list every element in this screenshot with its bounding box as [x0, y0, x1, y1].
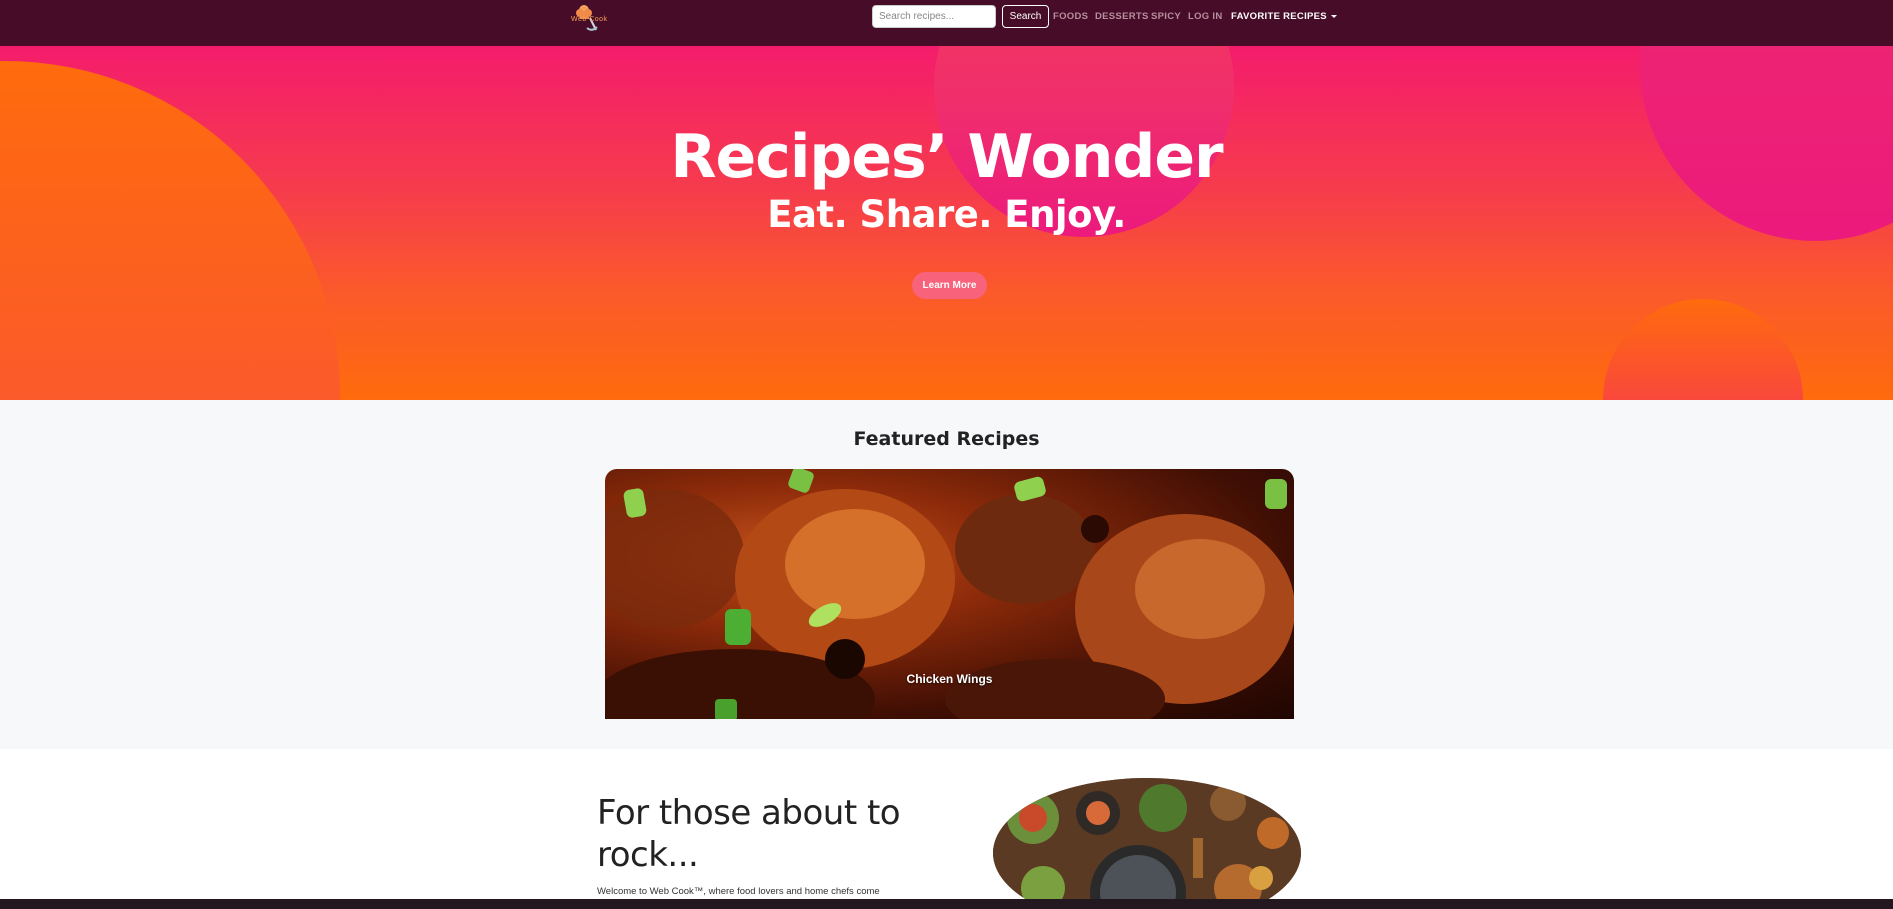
featured-recipe-caption: Chicken Wings [906, 672, 993, 686]
nav-link-login[interactable]: LOG IN [1188, 11, 1223, 22]
top-navbar: Web Cook Search FOODS DESSERTS SPICY LOG… [0, 0, 1893, 46]
caret-down-icon [1330, 14, 1337, 18]
cooking-ingredients-image [993, 778, 1301, 909]
search-button[interactable]: Search [1002, 5, 1049, 28]
decorative-circle [1603, 299, 1803, 400]
nav-link-spicy[interactable]: SPICY [1151, 11, 1181, 22]
hero-title: Recipes’ Wonder [670, 122, 1223, 192]
about-heading: For those about to rock... [597, 793, 901, 875]
about-section: For those about to rock... Welcome to We… [0, 749, 1893, 909]
bottom-bar [0, 899, 1893, 909]
nav-link-foods[interactable]: FOODS [1053, 11, 1088, 22]
featured-recipe-card[interactable]: Chicken Wings [605, 469, 1294, 719]
featured-heading: Featured Recipes [853, 428, 1040, 450]
favorite-recipes-label: FAVORITE RECIPES [1231, 11, 1327, 22]
learn-more-button[interactable]: Learn More [912, 272, 987, 299]
logo-text: Web Cook [571, 16, 608, 23]
nav-link-desserts[interactable]: DESSERTS [1095, 11, 1149, 22]
favorite-recipes-dropdown[interactable]: FAVORITE RECIPES [1231, 11, 1337, 22]
about-text: Welcome to Web Cook™, where food lovers … [597, 886, 880, 897]
search-input[interactable] [872, 5, 996, 28]
hero-section: Recipes’ Wonder Eat. Share. Enjoy. Learn… [0, 46, 1893, 400]
featured-section: Featured Recipes Chicken Wings [0, 400, 1893, 749]
hero-subtitle: Eat. Share. Enjoy. [767, 193, 1126, 236]
